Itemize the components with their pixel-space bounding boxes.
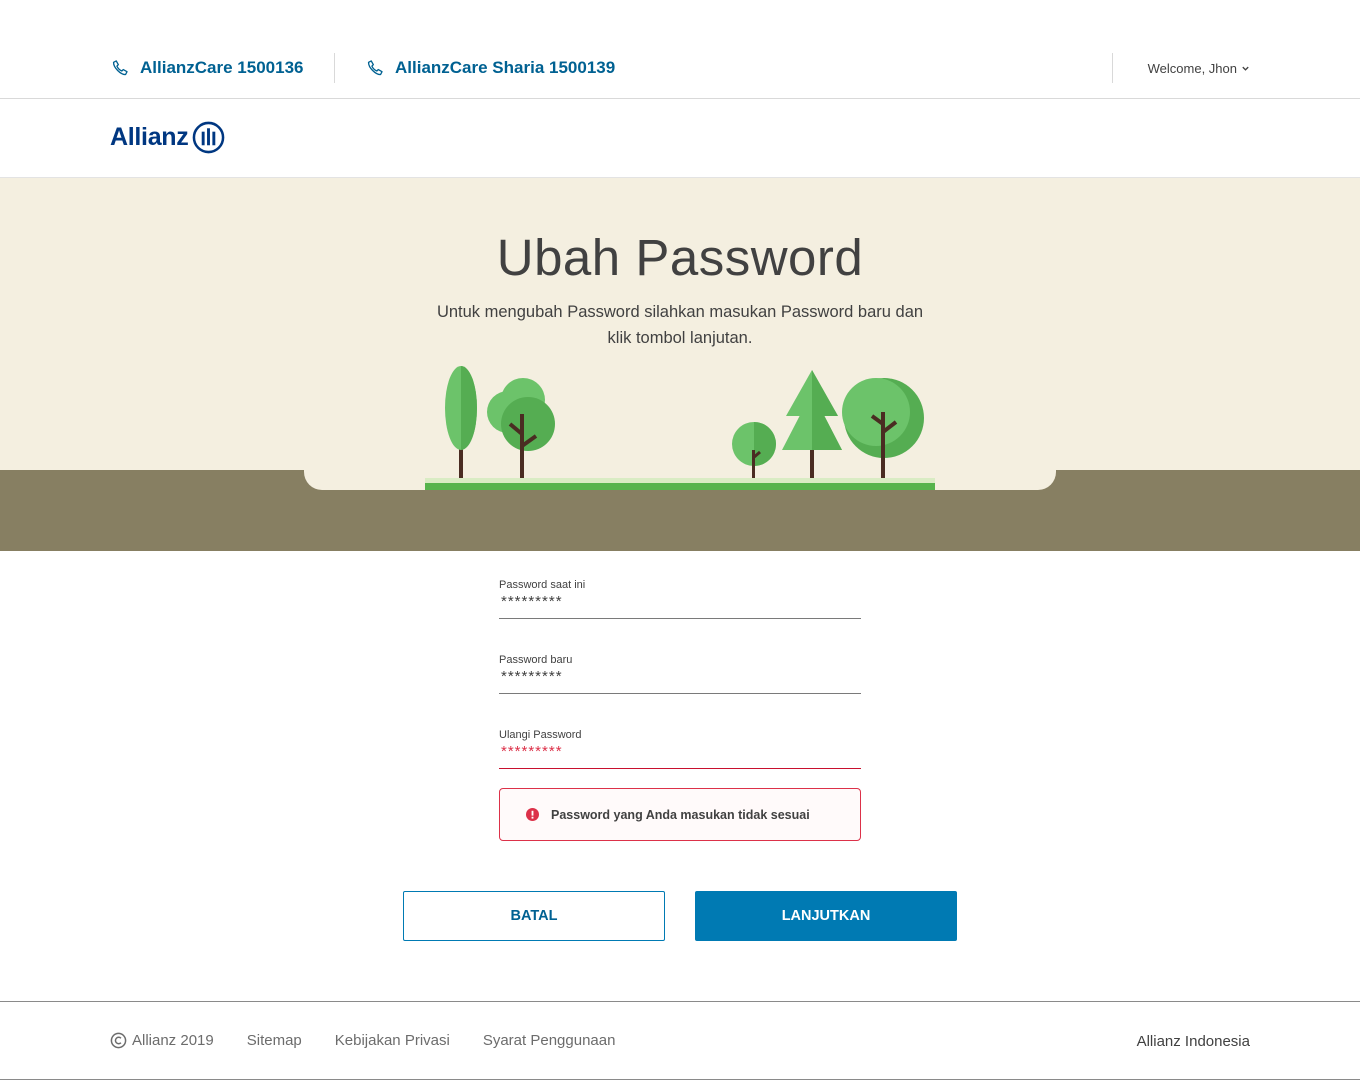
hero-banner: Ubah Password Untuk mengubah Password si… bbox=[0, 178, 1360, 551]
error-text: Password yang Anda masukan tidak sesuai bbox=[551, 807, 810, 822]
logo-text: Allianz bbox=[110, 123, 189, 151]
continue-button[interactable]: LANJUTKAN bbox=[695, 891, 957, 941]
phone-link-allianzcare[interactable]: AllianzCare 1500136 bbox=[110, 58, 304, 78]
footer-link-sitemap[interactable]: Sitemap bbox=[247, 1032, 302, 1049]
error-icon bbox=[526, 808, 539, 821]
footer-company: Allianz Indonesia bbox=[1136, 1033, 1250, 1050]
top-bar: AllianzCare 1500136 AllianzCare Sharia 1… bbox=[0, 0, 1360, 99]
welcome-label: Welcome, Jhon bbox=[1147, 61, 1237, 76]
footer-link-terms[interactable]: Syarat Penggunaan bbox=[483, 1032, 616, 1049]
phone-icon bbox=[112, 60, 128, 76]
phone-label: AllianzCare Sharia 1500139 bbox=[395, 58, 616, 77]
divider bbox=[1112, 53, 1113, 83]
current-password-input[interactable] bbox=[499, 591, 861, 619]
repeat-password-label: Ulangi Password bbox=[499, 729, 582, 741]
page-subtitle: Untuk mengubah Password silahkan masukan… bbox=[436, 303, 924, 347]
trees-illustration bbox=[425, 366, 935, 490]
current-password-field: Password saat ini bbox=[499, 579, 861, 654]
copyright-text: Allianz 2019 bbox=[132, 1032, 214, 1049]
error-message: Password yang Anda masukan tidak sesuai bbox=[499, 788, 861, 841]
footer-link-privacy[interactable]: Kebijakan Privasi bbox=[335, 1032, 450, 1049]
chevron-down-icon bbox=[1242, 66, 1249, 71]
divider bbox=[334, 53, 335, 83]
new-password-input[interactable] bbox=[499, 666, 861, 694]
footer: Allianz 2019 Sitemap Kebijakan Privasi S… bbox=[0, 1001, 1360, 1080]
change-password-form: Password saat ini Password baru Ulangi P… bbox=[499, 579, 861, 804]
phone-label: AllianzCare 1500136 bbox=[140, 58, 304, 77]
allianz-logo-icon bbox=[193, 121, 225, 154]
phone-icon bbox=[367, 60, 383, 76]
new-password-field: Password baru bbox=[499, 654, 861, 729]
user-menu[interactable]: Welcome, Jhon bbox=[1148, 61, 1250, 76]
phone-link-allianzcare-sharia[interactable]: AllianzCare Sharia 1500139 bbox=[365, 58, 615, 78]
logo-bar: Allianz bbox=[0, 99, 1360, 178]
copyright-icon bbox=[110, 1032, 127, 1049]
cancel-button[interactable]: BATAL bbox=[403, 891, 665, 941]
footer-links: Allianz 2019 Sitemap Kebijakan Privasi S… bbox=[110, 1032, 615, 1049]
allianz-logo[interactable]: Allianz bbox=[110, 121, 225, 154]
repeat-password-input[interactable] bbox=[499, 741, 861, 769]
page-title: Ubah Password bbox=[496, 229, 864, 286]
new-password-label: Password baru bbox=[499, 654, 573, 666]
current-password-label: Password saat ini bbox=[499, 579, 586, 591]
